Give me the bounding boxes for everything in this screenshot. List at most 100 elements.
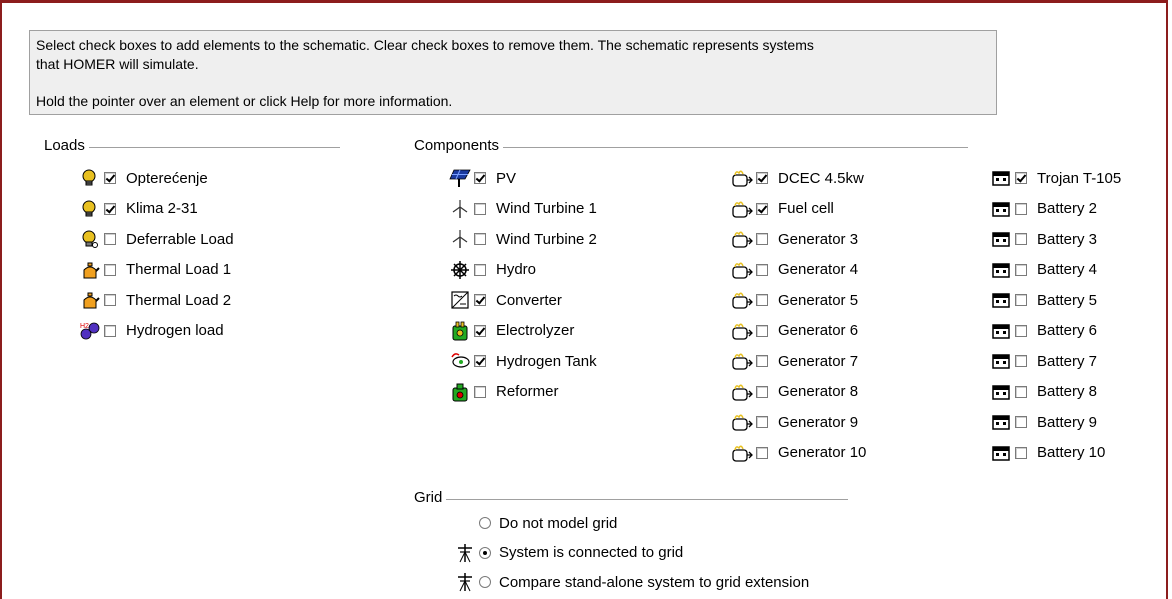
battery-item[interactable]: Battery 8 (990, 381, 1097, 403)
component-item[interactable]: Wind Turbine 2 (449, 228, 597, 250)
checkbox-label[interactable]: Battery 10 (1037, 444, 1105, 461)
component-item[interactable]: Hydro (449, 259, 536, 281)
checkbox-label[interactable]: Generator 6 (778, 322, 858, 339)
grid-option[interactable]: System is connected to grid (454, 542, 683, 564)
battery-item[interactable]: Battery 9 (990, 411, 1097, 433)
checkbox-label[interactable]: Battery 7 (1037, 353, 1097, 370)
radio-button[interactable] (479, 517, 491, 529)
checkbox[interactable] (756, 202, 768, 215)
checkbox-label[interactable]: Reformer (496, 383, 559, 400)
checkbox[interactable] (474, 385, 486, 398)
checkbox-label[interactable]: Battery 9 (1037, 414, 1097, 431)
checkbox[interactable] (1015, 202, 1027, 215)
checkbox-label[interactable]: Electrolyzer (496, 322, 574, 339)
checkbox[interactable] (1015, 416, 1027, 428)
checkbox[interactable] (474, 324, 486, 337)
checkbox-label[interactable]: Battery 5 (1037, 292, 1097, 309)
checkbox[interactable] (1015, 385, 1027, 398)
checkbox[interactable] (474, 263, 486, 276)
checkbox-label[interactable]: Hydrogen load (126, 322, 224, 339)
checkbox-label[interactable]: Wind Turbine 2 (496, 231, 597, 248)
radio-button[interactable] (479, 546, 491, 559)
checkbox-label[interactable]: Generator 8 (778, 383, 858, 400)
checkbox[interactable] (104, 233, 116, 245)
checkbox[interactable] (474, 172, 486, 184)
checkbox-label[interactable]: DCEC 4.5kw (778, 170, 864, 187)
checkbox[interactable] (756, 324, 768, 337)
checkbox-label[interactable]: Trojan T-105 (1037, 170, 1121, 187)
battery-item[interactable]: Battery 6 (990, 320, 1097, 342)
load-item[interactable]: H2 Hydrogen load (79, 320, 224, 342)
radio-label[interactable]: Do not model grid (499, 515, 617, 532)
checkbox[interactable] (1015, 324, 1027, 337)
checkbox[interactable] (474, 202, 486, 215)
checkbox[interactable] (104, 202, 116, 215)
load-item[interactable]: Thermal Load 2 (79, 289, 231, 311)
checkbox-label[interactable]: Battery 3 (1037, 231, 1097, 248)
checkbox[interactable] (756, 172, 768, 184)
generator-item[interactable]: Generator 10 (731, 442, 866, 464)
battery-item[interactable]: Battery 2 (990, 198, 1097, 220)
checkbox-label[interactable]: Generator 3 (778, 231, 858, 248)
generator-item[interactable]: Generator 5 (731, 289, 858, 311)
component-item[interactable]: Reformer (449, 381, 559, 403)
generator-item[interactable]: Generator 8 (731, 381, 858, 403)
checkbox[interactable] (756, 416, 768, 428)
generator-item[interactable]: Fuel cell (731, 198, 834, 220)
checkbox[interactable] (104, 324, 116, 337)
radio-label[interactable]: System is connected to grid (499, 544, 683, 561)
checkbox[interactable] (474, 233, 486, 245)
checkbox-label[interactable]: Hydro (496, 261, 536, 278)
checkbox-label[interactable]: Hydrogen Tank (496, 353, 597, 370)
load-item[interactable]: Thermal Load 1 (79, 259, 231, 281)
checkbox[interactable] (104, 294, 116, 306)
checkbox[interactable] (1015, 294, 1027, 306)
battery-item[interactable]: Battery 3 (990, 228, 1097, 250)
checkbox-label[interactable]: Generator 5 (778, 292, 858, 309)
radio-button[interactable] (479, 576, 491, 588)
component-item[interactable]: PV (449, 167, 516, 189)
checkbox-label[interactable]: Converter (496, 292, 562, 309)
checkbox-label[interactable]: Thermal Load 1 (126, 261, 231, 278)
generator-item[interactable]: Generator 9 (731, 411, 858, 433)
checkbox-label[interactable]: Fuel cell (778, 200, 834, 217)
grid-option[interactable]: Compare stand-alone system to grid exten… (454, 571, 809, 593)
checkbox-label[interactable]: Battery 2 (1037, 200, 1097, 217)
checkbox[interactable] (474, 294, 486, 306)
component-item[interactable]: Wind Turbine 1 (449, 198, 597, 220)
checkbox[interactable] (756, 263, 768, 276)
checkbox-label[interactable]: Wind Turbine 1 (496, 200, 597, 217)
checkbox[interactable] (756, 233, 768, 245)
checkbox[interactable] (756, 385, 768, 398)
battery-item[interactable]: Battery 4 (990, 259, 1097, 281)
checkbox[interactable] (756, 294, 768, 306)
battery-item[interactable]: Battery 10 (990, 442, 1105, 464)
load-item[interactable]: Klima 2-31 (79, 198, 198, 220)
checkbox[interactable] (104, 172, 116, 184)
checkbox[interactable] (1015, 263, 1027, 276)
checkbox[interactable] (1015, 233, 1027, 245)
load-item[interactable]: Opterećenje (79, 167, 208, 189)
checkbox[interactable] (1015, 172, 1027, 184)
generator-item[interactable]: Generator 6 (731, 320, 858, 342)
checkbox[interactable] (104, 263, 116, 276)
checkbox-label[interactable]: Klima 2-31 (126, 200, 198, 217)
checkbox-label[interactable]: Generator 7 (778, 353, 858, 370)
checkbox-label[interactable]: Deferrable Load (126, 231, 234, 248)
checkbox-label[interactable]: Battery 4 (1037, 261, 1097, 278)
generator-item[interactable]: Generator 7 (731, 350, 858, 372)
checkbox-label[interactable]: PV (496, 170, 516, 187)
checkbox-label[interactable]: Battery 8 (1037, 383, 1097, 400)
checkbox[interactable] (1015, 446, 1027, 459)
checkbox-label[interactable]: Opterećenje (126, 170, 208, 187)
radio-label[interactable]: Compare stand-alone system to grid exten… (499, 574, 809, 591)
component-item[interactable]: Converter (449, 289, 562, 311)
checkbox[interactable] (756, 355, 768, 367)
checkbox-label[interactable]: Generator 4 (778, 261, 858, 278)
generator-item[interactable]: DCEC 4.5kw (731, 167, 864, 189)
checkbox-label[interactable]: Thermal Load 2 (126, 292, 231, 309)
checkbox-label[interactable]: Generator 10 (778, 444, 866, 461)
checkbox[interactable] (1015, 355, 1027, 367)
generator-item[interactable]: Generator 3 (731, 228, 858, 250)
component-item[interactable]: Hydrogen Tank (449, 350, 597, 372)
